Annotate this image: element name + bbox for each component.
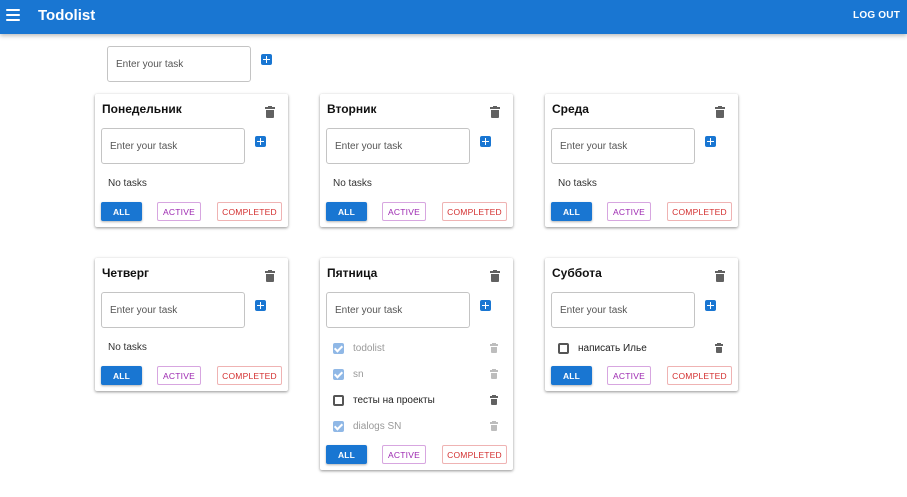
filter-completed-button[interactable]: COMPLETED — [217, 366, 282, 385]
delete-list-icon[interactable] — [490, 106, 500, 118]
todolist-card: Пятница todolist sn тесты на проекты dia… — [320, 258, 513, 470]
new-list-field — [107, 46, 251, 82]
task-item: todolist — [333, 341, 385, 355]
task-input[interactable] — [327, 129, 469, 163]
card-title: Среда — [552, 102, 589, 116]
add-task-icon[interactable] — [255, 300, 266, 311]
task-checkbox-checked[interactable] — [333, 420, 344, 432]
task-input[interactable] — [552, 293, 694, 327]
delete-list-icon[interactable] — [715, 106, 725, 118]
no-tasks-text: No tasks — [108, 178, 147, 189]
task-field — [326, 292, 470, 328]
task-input[interactable] — [102, 293, 244, 327]
task-checkbox-checked[interactable] — [333, 368, 344, 380]
no-tasks-text: No tasks — [108, 342, 147, 353]
task-field — [551, 128, 695, 164]
no-tasks-text: No tasks — [558, 178, 597, 189]
no-tasks-text: No tasks — [333, 178, 372, 189]
task-title[interactable]: dialogs SN — [353, 421, 401, 432]
task-input[interactable] — [552, 129, 694, 163]
filter-active-button[interactable]: ACTIVE — [607, 202, 651, 221]
task-checkbox-checked[interactable] — [333, 342, 344, 354]
todolist-card: Понедельник No tasks ALL ACTIVE COMPLETE… — [95, 94, 288, 227]
add-task-icon[interactable] — [480, 300, 491, 311]
todolist-card: Суббота написать Илье ALL ACTIVE COMPLET… — [545, 258, 738, 391]
task-title[interactable]: тесты на проекты — [353, 395, 435, 406]
task-item: sn — [333, 367, 364, 381]
filter-all-button[interactable]: ALL — [326, 445, 367, 464]
task-input[interactable] — [327, 293, 469, 327]
filter-completed-button[interactable]: COMPLETED — [667, 202, 732, 221]
filter-active-button[interactable]: ACTIVE — [382, 202, 426, 221]
card-title: Вторник — [327, 102, 377, 116]
app-bar: Todolist LOG OUT — [0, 0, 907, 34]
filter-completed-button[interactable]: COMPLETED — [667, 366, 732, 385]
delete-task-icon[interactable] — [490, 343, 498, 353]
filter-completed-button[interactable]: COMPLETED — [217, 202, 282, 221]
filter-active-button[interactable]: ACTIVE — [382, 445, 426, 464]
filter-active-button[interactable]: ACTIVE — [157, 366, 201, 385]
task-title[interactable]: todolist — [353, 343, 385, 354]
delete-list-icon[interactable] — [490, 270, 500, 282]
add-task-icon[interactable] — [705, 300, 716, 311]
task-field — [101, 292, 245, 328]
add-task-icon[interactable] — [705, 136, 716, 147]
menu-icon[interactable] — [6, 9, 20, 21]
filter-all-button[interactable]: ALL — [326, 202, 367, 221]
todolist-card: Вторник No tasks ALL ACTIVE COMPLETED — [320, 94, 513, 227]
task-checkbox[interactable] — [558, 342, 569, 354]
delete-list-icon[interactable] — [265, 270, 275, 282]
delete-list-icon[interactable] — [715, 270, 725, 282]
task-field — [326, 128, 470, 164]
add-list-icon[interactable] — [261, 54, 272, 65]
filter-active-button[interactable]: ACTIVE — [607, 366, 651, 385]
add-task-icon[interactable] — [480, 136, 491, 147]
task-title[interactable]: написать Илье — [578, 343, 647, 354]
filter-completed-button[interactable]: COMPLETED — [442, 445, 507, 464]
filter-all-button[interactable]: ALL — [101, 202, 142, 221]
app-title: Todolist — [38, 7, 96, 24]
logout-button[interactable]: LOG OUT — [853, 10, 900, 21]
add-task-icon[interactable] — [255, 136, 266, 147]
card-title: Четверг — [102, 266, 150, 280]
new-list-input[interactable] — [108, 47, 250, 81]
card-title: Понедельник — [102, 102, 182, 116]
delete-task-icon[interactable] — [490, 369, 498, 379]
task-field — [101, 128, 245, 164]
task-item: dialogs SN — [333, 419, 401, 433]
todolist-card: Четверг No tasks ALL ACTIVE COMPLETED — [95, 258, 288, 391]
todolist-card: Среда No tasks ALL ACTIVE COMPLETED — [545, 94, 738, 227]
delete-task-icon[interactable] — [490, 395, 498, 405]
task-input[interactable] — [102, 129, 244, 163]
filter-all-button[interactable]: ALL — [101, 366, 142, 385]
filter-all-button[interactable]: ALL — [551, 366, 592, 385]
delete-task-icon[interactable] — [715, 343, 723, 353]
card-title: Суббота — [552, 266, 602, 280]
task-item: тесты на проекты — [333, 393, 435, 407]
filter-active-button[interactable]: ACTIVE — [157, 202, 201, 221]
task-field — [551, 292, 695, 328]
delete-list-icon[interactable] — [265, 106, 275, 118]
delete-task-icon[interactable] — [490, 421, 498, 431]
filter-completed-button[interactable]: COMPLETED — [442, 202, 507, 221]
task-checkbox[interactable] — [333, 394, 344, 406]
task-item: написать Илье — [558, 341, 647, 355]
task-title[interactable]: sn — [353, 369, 364, 380]
filter-all-button[interactable]: ALL — [551, 202, 592, 221]
card-title: Пятница — [327, 266, 378, 280]
